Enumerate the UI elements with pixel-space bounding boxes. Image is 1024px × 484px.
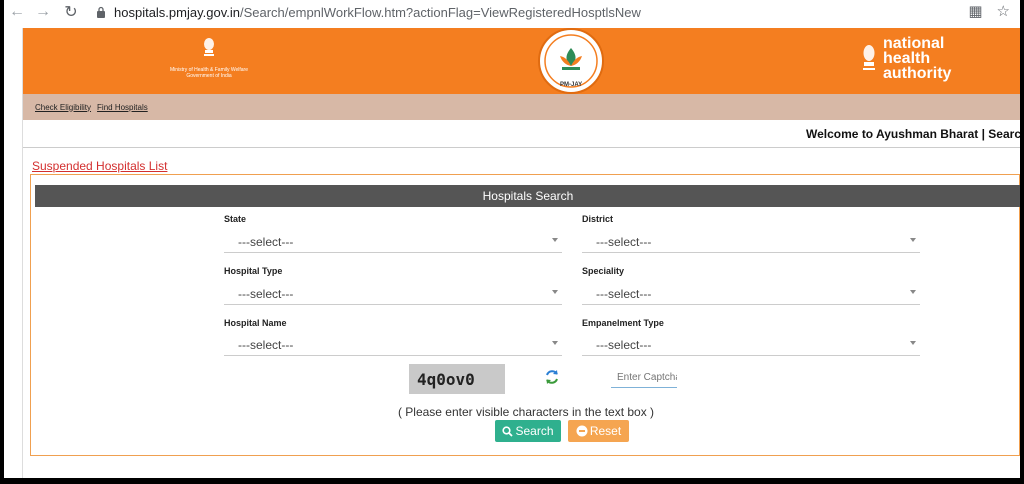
speciality-select[interactable]: ---select--- <box>582 281 920 305</box>
ministry-logo: Ministry of Health & Family Welfare Gove… <box>159 36 259 79</box>
nha-word-national: national <box>883 35 945 52</box>
check-eligibility-link[interactable]: Check Eligibility <box>35 103 91 112</box>
page-content: Ministry of Health & Family Welfare Gove… <box>22 28 1020 478</box>
captcha-image: 4q0ov0 <box>409 364 505 394</box>
minus-circle-icon <box>576 425 588 437</box>
reload-icon[interactable]: ↻ <box>60 1 82 23</box>
back-arrow-icon[interactable]: ← <box>6 1 28 23</box>
speciality-label: Speciality <box>582 266 625 276</box>
url-host: hospitals.pmjay.gov.in <box>114 4 240 20</box>
empanelment-type-select[interactable]: ---select--- <box>582 332 920 356</box>
ministry-gov: Government of India <box>186 73 232 79</box>
empanelment-type-value: ---select--- <box>596 338 652 352</box>
refresh-captcha-icon[interactable] <box>544 369 560 385</box>
browser-window: ← → ↻ hospitals.pmjay.gov.in/Search/empn… <box>4 0 1020 478</box>
nha-logo: national health authority <box>861 35 952 82</box>
lock-icon <box>97 6 105 18</box>
panel-title: Hospitals Search <box>35 185 1020 207</box>
captcha-input[interactable] <box>611 368 677 388</box>
national-emblem-icon <box>204 38 214 56</box>
suspended-hospitals-link[interactable]: Suspended Hospitals List <box>32 159 167 173</box>
state-value: ---select--- <box>238 235 294 249</box>
state-label: State <box>224 214 247 224</box>
hospital-name-select[interactable]: ---select--- <box>224 332 562 356</box>
welcome-bar: Welcome to Ayushman Bharat | Searc <box>23 120 1020 148</box>
site-header: Ministry of Health & Family Welfare Gove… <box>23 28 1020 94</box>
bookmark-star-icon[interactable]: ☆ <box>997 2 1010 20</box>
district-select[interactable]: ---select--- <box>582 229 920 253</box>
hospital-type-label: Hospital Type <box>224 266 283 276</box>
captcha-hint: ( Please enter visible characters in the… <box>397 405 655 419</box>
nha-word-authority: authority <box>883 65 952 82</box>
chevron-down-icon <box>910 290 916 294</box>
district-label: District <box>582 214 614 224</box>
nha-emblem-icon <box>863 44 875 70</box>
qr-code-icon[interactable]: ▦ <box>968 2 982 20</box>
welcome-text: Welcome to Ayushman Bharat | Searc <box>806 127 1020 141</box>
pmjay-logo: PM-JAY <box>538 28 604 94</box>
district-value: ---select--- <box>596 235 652 249</box>
forward-arrow-icon[interactable]: → <box>32 1 54 23</box>
browser-toolbar: ← → ↻ hospitals.pmjay.gov.in/Search/empn… <box>4 0 1020 24</box>
empanelment-type-label: Empanelment Type <box>582 318 664 328</box>
chevron-down-icon <box>910 238 916 242</box>
reset-button[interactable]: Reset <box>568 420 629 442</box>
address-bar[interactable]: hospitals.pmjay.gov.in/Search/empnlWorkF… <box>96 5 641 20</box>
chevron-down-icon <box>552 238 558 242</box>
pmjay-tag: PM-JAY <box>560 82 583 88</box>
hospital-type-value: ---select--- <box>238 287 294 301</box>
chevron-down-icon <box>910 341 916 345</box>
speciality-value: ---select--- <box>596 287 652 301</box>
hospital-type-select[interactable]: ---select--- <box>224 281 562 305</box>
chevron-down-icon <box>552 290 558 294</box>
hospital-search-panel: Hospitals Search State ---select--- Dist… <box>30 174 1020 456</box>
sub-navigation: Check Eligibility Find Hospitals <box>23 94 1020 120</box>
url-path: /Search/empnlWorkFlow.htm?actionFlag=Vie… <box>239 4 641 20</box>
reset-button-label: Reset <box>589 424 622 438</box>
search-button[interactable]: Search <box>495 420 561 442</box>
hospital-name-value: ---select--- <box>238 338 294 352</box>
find-hospitals-link[interactable]: Find Hospitals <box>97 103 148 112</box>
chevron-down-icon <box>552 341 558 345</box>
state-select[interactable]: ---select--- <box>224 229 562 253</box>
nha-word-health: health <box>883 50 931 67</box>
hospital-name-label: Hospital Name <box>224 318 287 328</box>
search-button-label: Search <box>515 424 554 438</box>
search-icon <box>502 425 514 437</box>
